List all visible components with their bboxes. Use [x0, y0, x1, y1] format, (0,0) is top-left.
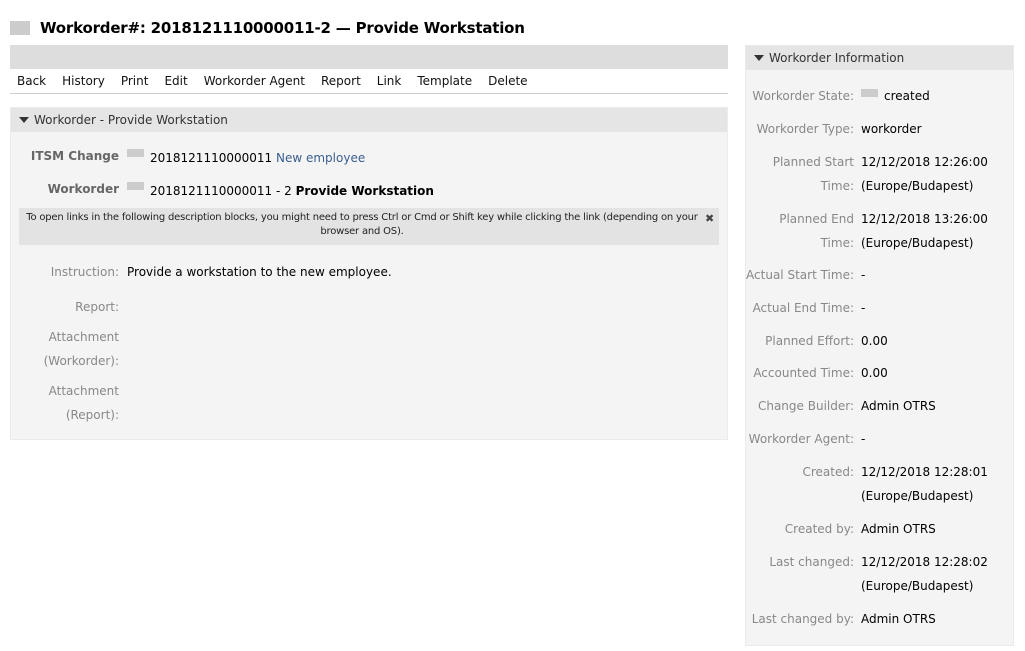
report-row: Report:	[11, 295, 119, 319]
last-changed-by-row: Last changed by: Admin OTRS	[746, 607, 1015, 631]
report-label: Report:	[75, 300, 119, 314]
actual-start-label: Actual Start Time:	[746, 268, 854, 282]
workorder-agent-label: Workorder Agent:	[748, 432, 854, 446]
triangle-down-icon[interactable]	[754, 55, 764, 61]
workorder-row: Workorder 2018121110000011 - 2 Provide W…	[11, 182, 434, 198]
attachment-workorder-label-line2: (Workorder):	[43, 354, 119, 368]
last-changed-value-line2: (Europe/Budapest)	[861, 579, 974, 593]
planned-end-value-line2: (Europe/Budapest)	[861, 236, 974, 250]
actual-end-value: -	[861, 301, 866, 315]
change-builder-value: Admin OTRS	[861, 399, 936, 413]
close-icon[interactable]: ✖	[705, 212, 714, 226]
type-value: workorder	[861, 122, 922, 136]
workorder-agent-value: -	[861, 432, 866, 446]
workorder-number: 2018121110000011 - 2	[150, 184, 292, 198]
attachment-report-label-line1: Attachment	[48, 384, 119, 398]
page-title-bar: Workorder#: 2018121110000011-2 — Provide…	[10, 18, 525, 38]
attachment-report-label-line2: (Report):	[65, 408, 119, 422]
created-label: Created:	[802, 465, 854, 479]
instruction-label: Instruction:	[50, 265, 119, 279]
page-title: Workorder#: 2018121110000011-2 — Provide…	[40, 19, 525, 37]
planned-start-label-line2: Time:	[820, 179, 854, 193]
change-builder-row: Change Builder: Admin OTRS	[746, 394, 1015, 418]
planned-end-label-line2: Time:	[820, 236, 854, 250]
change-state-icon	[127, 149, 144, 157]
state-color-icon	[861, 89, 878, 97]
state-value: created	[884, 89, 930, 103]
change-number: 2018121110000011	[150, 151, 273, 165]
accounted-time-row: Accounted Time: 0.00	[746, 361, 1015, 385]
change-builder-label: Change Builder:	[757, 399, 854, 413]
last-changed-by-label: Last changed by:	[751, 612, 854, 626]
created-by-row: Created by: Admin OTRS	[746, 517, 1015, 541]
attachment-workorder-label-line1: Attachment	[48, 330, 119, 344]
instruction-row: Instruction: Provide a workstation to th…	[11, 260, 392, 284]
actual-start-value: -	[861, 268, 866, 282]
planned-end-row: Planned End Time: 12/12/2018 13:26:00 (E…	[746, 207, 1015, 255]
back-action[interactable]: Back	[17, 74, 46, 88]
actual-end-row: Actual End Time: -	[746, 296, 1015, 320]
planned-start-value-line2: (Europe/Budapest)	[861, 179, 974, 193]
attachment-workorder-row: Attachment (Workorder):	[11, 325, 119, 373]
link-action[interactable]: Link	[377, 74, 402, 88]
workorder-label: Workorder	[47, 182, 119, 196]
action-menu: Back History Print Edit Workorder Agent …	[10, 69, 728, 94]
main-column: Back History Print Edit Workorder Agent …	[10, 45, 728, 94]
links-notice: To open links in the following descripti…	[19, 208, 719, 245]
history-action[interactable]: History	[62, 74, 105, 88]
actual-start-row: Actual Start Time: -	[746, 263, 1015, 287]
type-row: Workorder Type: workorder	[746, 117, 1015, 141]
actual-end-label: Actual End Time:	[752, 301, 854, 315]
attachment-report-row: Attachment (Report):	[11, 379, 119, 427]
edit-action[interactable]: Edit	[164, 74, 187, 88]
created-by-label: Created by:	[784, 522, 854, 536]
workorder-widget-header[interactable]: Workorder - Provide Workstation	[11, 108, 727, 132]
last-changed-label: Last changed:	[769, 555, 854, 569]
created-value-line2: (Europe/Budapest)	[861, 489, 974, 503]
planned-effort-value: 0.00	[861, 334, 888, 348]
created-by-value: Admin OTRS	[861, 522, 936, 536]
created-value-line1: 12/12/2018 12:28:01	[861, 465, 988, 479]
sidebar-title: Workorder Information	[769, 51, 905, 65]
planned-effort-row: Planned Effort: 0.00	[746, 329, 1015, 353]
last-changed-value-line1: 12/12/2018 12:28:02	[861, 555, 988, 569]
report-action[interactable]: Report	[321, 74, 361, 88]
workorder-widget-title: Workorder - Provide Workstation	[34, 113, 228, 127]
accounted-time-label: Accounted Time:	[753, 366, 854, 380]
planned-end-label-line1: Planned End	[779, 212, 854, 226]
itsm-change-label: ITSM Change	[30, 149, 119, 163]
triangle-down-icon[interactable]	[19, 117, 29, 123]
state-row: Workorder State: created	[746, 84, 1015, 108]
links-notice-text: To open links in the following descripti…	[26, 212, 698, 237]
planned-start-value-line1: 12/12/2018 12:26:00	[861, 155, 988, 169]
sidebar-header[interactable]: Workorder Information	[746, 46, 1013, 70]
type-label: Workorder Type:	[756, 122, 854, 136]
workorder-widget: Workorder - Provide Workstation ITSM Cha…	[10, 107, 728, 440]
print-action[interactable]: Print	[121, 74, 149, 88]
accounted-time-value: 0.00	[861, 366, 888, 380]
change-title-link[interactable]: New employee	[276, 151, 365, 165]
delete-action[interactable]: Delete	[488, 74, 527, 88]
workorder-title: Provide Workstation	[295, 184, 434, 198]
state-label: Workorder State:	[752, 89, 854, 103]
planned-end-value-line1: 12/12/2018 13:26:00	[861, 212, 988, 226]
workorder-state-small-icon	[127, 182, 144, 190]
workorder-state-icon	[10, 21, 30, 35]
workorder-agent-action[interactable]: Workorder Agent	[204, 74, 305, 88]
workorder-information-sidebar: Workorder Information Workorder State: c…	[745, 45, 1014, 646]
created-row: Created: 12/12/2018 12:28:01 (Europe/Bud…	[746, 460, 1015, 508]
template-action[interactable]: Template	[417, 74, 472, 88]
last-changed-row: Last changed: 12/12/2018 12:28:02 (Europ…	[746, 550, 1015, 598]
workorder-agent-row: Workorder Agent: -	[746, 427, 1015, 451]
planned-start-label-line1: Planned Start	[772, 155, 854, 169]
itsm-change-row: ITSM Change 2018121110000011 New employe…	[11, 149, 365, 165]
last-changed-by-value: Admin OTRS	[861, 612, 936, 626]
planned-effort-label: Planned Effort:	[765, 334, 854, 348]
planned-start-row: Planned Start Time: 12/12/2018 12:26:00 …	[746, 150, 1015, 198]
instruction-value: Provide a workstation to the new employe…	[127, 265, 392, 279]
actionbar-spacer	[10, 45, 728, 69]
